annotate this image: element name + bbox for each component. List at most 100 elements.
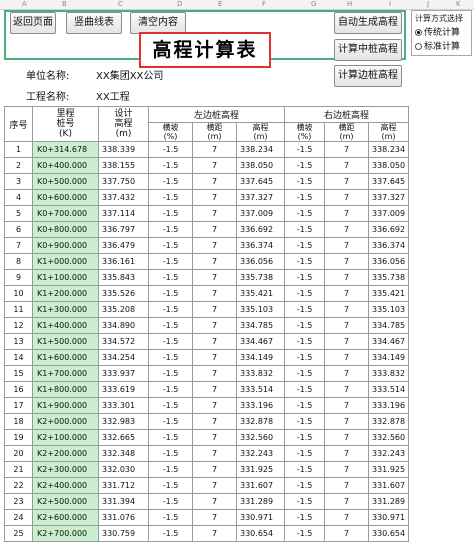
cell-left-slope[interactable]: -1.5 [148,493,193,510]
cell-right-slope[interactable]: -1.5 [284,301,325,318]
cell-left-elev[interactable]: 335.421 [236,285,285,302]
cell-left-dist[interactable]: 7 [192,509,237,526]
cell-station[interactable]: K1+100.000 [32,269,99,286]
cell-left-slope[interactable]: -1.5 [148,221,193,238]
cell-design[interactable]: 330.759 [98,525,149,542]
cell-right-elev[interactable]: 336.692 [368,221,409,238]
cell-left-slope[interactable]: -1.5 [148,461,193,478]
cell-right-dist[interactable]: 7 [324,461,369,478]
cell-left-slope[interactable]: -1.5 [148,365,193,382]
cell-left-slope[interactable]: -1.5 [148,269,193,286]
cell-right-elev[interactable]: 332.560 [368,429,409,446]
cell-right-elev[interactable]: 331.289 [368,493,409,510]
cell-station[interactable]: K1+900.000 [32,397,99,414]
cell-right-slope[interactable]: -1.5 [284,189,325,206]
cell-no[interactable]: 5 [4,205,33,222]
cell-right-dist[interactable]: 7 [324,205,369,222]
cell-design[interactable]: 338.339 [98,141,149,158]
cell-left-elev[interactable]: 333.832 [236,365,285,382]
cell-left-slope[interactable]: -1.5 [148,477,193,494]
cell-station[interactable]: K2+700.000 [32,525,99,542]
cell-right-slope[interactable]: -1.5 [284,445,325,462]
cell-left-elev[interactable]: 332.560 [236,429,285,446]
cell-left-elev[interactable]: 334.149 [236,349,285,366]
cell-no[interactable]: 23 [4,493,33,510]
cell-left-dist[interactable]: 7 [192,381,237,398]
cell-right-elev[interactable]: 336.056 [368,253,409,270]
cell-right-slope[interactable]: -1.5 [284,237,325,254]
cell-left-elev[interactable]: 330.971 [236,509,285,526]
cell-station[interactable]: K2+300.000 [32,461,99,478]
cell-design[interactable]: 332.348 [98,445,149,462]
cell-right-elev[interactable]: 337.009 [368,205,409,222]
cell-no[interactable]: 10 [4,285,33,302]
cell-right-slope[interactable]: -1.5 [284,461,325,478]
cell-no[interactable]: 4 [4,189,33,206]
cell-left-dist[interactable]: 7 [192,397,237,414]
cell-no[interactable]: 17 [4,397,33,414]
cell-left-elev[interactable]: 337.009 [236,205,285,222]
cell-left-slope[interactable]: -1.5 [148,429,193,446]
cell-station[interactable]: K1+300.000 [32,301,99,318]
cell-right-dist[interactable]: 7 [324,141,369,158]
cell-left-elev[interactable]: 332.878 [236,413,285,430]
cell-right-dist[interactable]: 7 [324,365,369,382]
cell-no[interactable]: 20 [4,445,33,462]
cell-left-dist[interactable]: 7 [192,301,237,318]
cell-design[interactable]: 332.665 [98,429,149,446]
cell-left-slope[interactable]: -1.5 [148,509,193,526]
cell-left-dist[interactable]: 7 [192,253,237,270]
cell-left-slope[interactable]: -1.5 [148,285,193,302]
cell-design[interactable]: 335.843 [98,269,149,286]
cell-no[interactable]: 3 [4,173,33,190]
cell-right-slope[interactable]: -1.5 [284,253,325,270]
cell-station[interactable]: K1+400.000 [32,317,99,334]
cell-left-elev[interactable]: 335.103 [236,301,285,318]
cell-left-elev[interactable]: 332.243 [236,445,285,462]
cell-right-dist[interactable]: 7 [324,269,369,286]
cell-left-dist[interactable]: 7 [192,413,237,430]
cell-right-dist[interactable]: 7 [324,509,369,526]
cell-left-slope[interactable]: -1.5 [148,205,193,222]
cell-design[interactable]: 334.572 [98,333,149,350]
cell-left-dist[interactable]: 7 [192,429,237,446]
cell-left-elev[interactable]: 337.645 [236,173,285,190]
cell-left-elev[interactable]: 331.607 [236,477,285,494]
cell-left-dist[interactable]: 7 [192,493,237,510]
cell-left-slope[interactable]: -1.5 [148,189,193,206]
cell-no[interactable]: 11 [4,301,33,318]
cell-left-dist[interactable]: 7 [192,269,237,286]
cell-design[interactable]: 333.619 [98,381,149,398]
cell-left-slope[interactable]: -1.5 [148,381,193,398]
cell-no[interactable]: 14 [4,349,33,366]
cell-left-dist[interactable]: 7 [192,333,237,350]
unit-value[interactable]: XX集团XX公司 [96,67,163,82]
cell-station[interactable]: K2+100.000 [32,429,99,446]
cell-no[interactable]: 9 [4,269,33,286]
cell-design[interactable]: 336.479 [98,237,149,254]
cell-design[interactable]: 336.797 [98,221,149,238]
cell-design[interactable]: 333.301 [98,397,149,414]
cell-station[interactable]: K1+000.000 [32,253,99,270]
cell-right-elev[interactable]: 332.243 [368,445,409,462]
cell-right-elev[interactable]: 338.234 [368,141,409,158]
cell-right-slope[interactable]: -1.5 [284,525,325,542]
cell-design[interactable]: 337.750 [98,173,149,190]
cell-left-dist[interactable]: 7 [192,157,237,174]
cell-right-slope[interactable]: -1.5 [284,221,325,238]
cell-left-elev[interactable]: 330.654 [236,525,285,542]
cell-right-dist[interactable]: 7 [324,413,369,430]
cell-station[interactable]: K1+600.000 [32,349,99,366]
cell-left-dist[interactable]: 7 [192,205,237,222]
cell-no[interactable]: 6 [4,221,33,238]
cell-left-slope[interactable]: -1.5 [148,349,193,366]
cell-no[interactable]: 16 [4,381,33,398]
cell-right-slope[interactable]: -1.5 [284,205,325,222]
cell-right-slope[interactable]: -1.5 [284,333,325,350]
cell-station[interactable]: K2+400.000 [32,477,99,494]
cell-right-slope[interactable]: -1.5 [284,157,325,174]
cell-right-dist[interactable]: 7 [324,237,369,254]
cell-station[interactable]: K1+800.000 [32,381,99,398]
cell-right-elev[interactable]: 333.832 [368,365,409,382]
cell-right-dist[interactable]: 7 [324,253,369,270]
